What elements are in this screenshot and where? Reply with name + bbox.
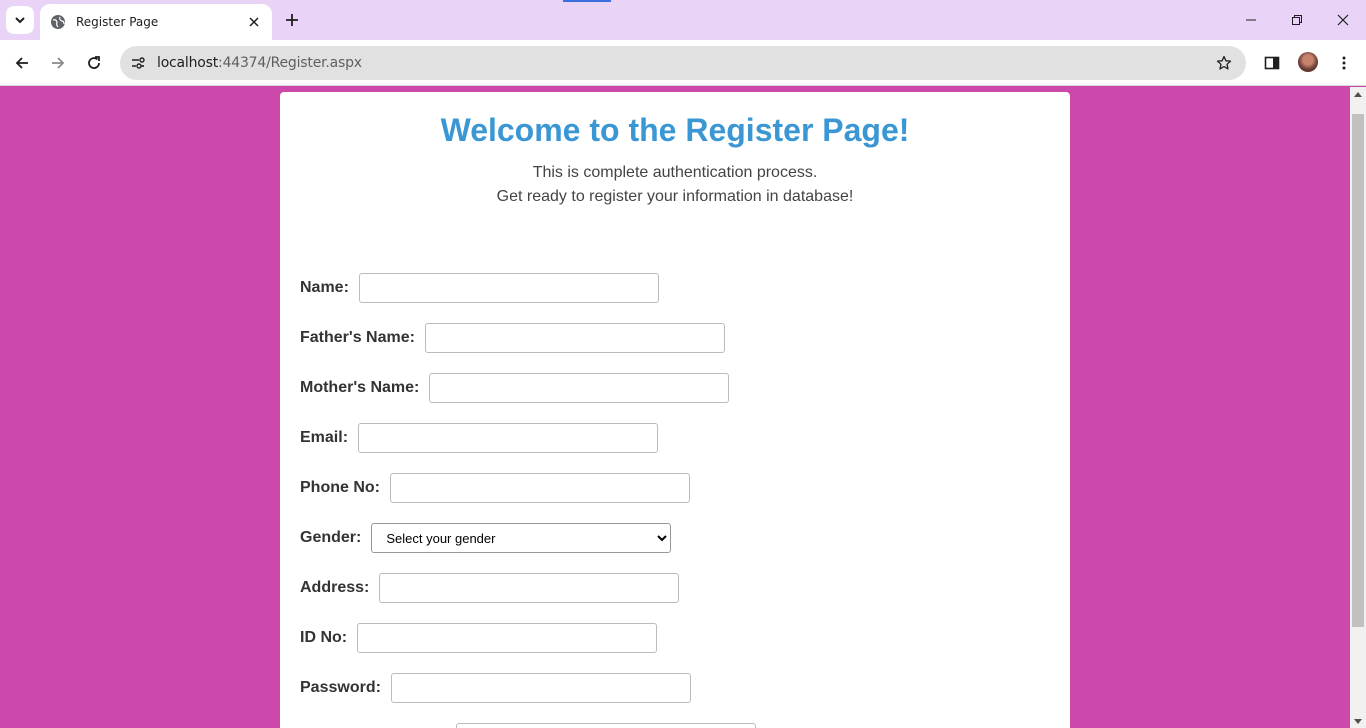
father-name-label: Father's Name: <box>300 329 415 346</box>
scroll-down-arrow-icon[interactable] <box>1354 719 1362 724</box>
register-card: Welcome to the Register Page! This is co… <box>280 92 1070 728</box>
father-name-row: Father's Name: <box>300 323 725 353</box>
side-panel-icon <box>1264 56 1280 70</box>
arrow-right-icon <box>52 57 65 69</box>
tab-search-button[interactable] <box>6 6 34 34</box>
side-panel-button[interactable] <box>1258 49 1286 77</box>
tab-strip: Register Page <box>0 0 1366 40</box>
phone-input[interactable] <box>390 473 690 503</box>
address-input[interactable] <box>379 573 680 603</box>
gender-label: Gender: <box>300 529 362 546</box>
back-button[interactable] <box>8 49 36 77</box>
mother-name-label: Mother's Name: <box>300 379 420 396</box>
kebab-menu-icon <box>1342 56 1346 70</box>
email-input[interactable] <box>358 423 659 453</box>
mother-name-row: Mother's Name: <box>300 373 730 403</box>
arrow-left-icon <box>15 57 28 69</box>
email-label: Email: <box>300 429 349 446</box>
forward-button[interactable] <box>44 49 72 77</box>
page-title: Welcome to the Register Page! <box>440 112 910 148</box>
close-tab-icon[interactable] <box>246 14 262 30</box>
address-label: Address: <box>300 579 370 596</box>
password-label: Password: <box>300 679 381 696</box>
menu-button[interactable] <box>1330 49 1358 77</box>
password-input[interactable] <box>390 673 691 703</box>
name-label: Name: <box>300 279 349 296</box>
page-scrollbar[interactable] <box>1350 87 1366 728</box>
address-row: Address: <box>300 573 680 603</box>
reload-icon <box>88 56 100 69</box>
subtitle-line-2: Get ready to register your information i… <box>496 188 854 205</box>
profile-avatar[interactable] <box>1298 52 1318 72</box>
phone-row: Phone No: <box>300 473 690 503</box>
minimize-icon <box>1246 19 1256 21</box>
id-input[interactable] <box>357 623 658 653</box>
id-label: ID No: <box>300 629 348 646</box>
url-text: localhost:44374/Register.aspx <box>157 55 362 71</box>
restore-icon <box>1292 15 1302 25</box>
minimize-button[interactable] <box>1239 8 1263 32</box>
browser-toolbar: localhost:44374/Register.aspx <box>0 40 1366 86</box>
address-bar[interactable]: localhost:44374/Register.aspx <box>120 46 1246 80</box>
url-host: localhost <box>157 55 219 71</box>
bookmark-star-icon[interactable] <box>1214 53 1234 73</box>
globe-icon <box>51 15 65 29</box>
scroll-up-arrow-icon[interactable] <box>1354 92 1362 97</box>
name-row: Name: <box>300 273 659 303</box>
father-name-input[interactable] <box>424 323 725 353</box>
subtitle-line-1: This is complete authentication process. <box>532 164 818 181</box>
close-icon <box>1337 14 1349 26</box>
next-field-row <box>456 723 756 728</box>
id-row: ID No: <box>300 623 658 653</box>
tab-title: Register Page <box>76 15 159 29</box>
email-row: Email: <box>300 423 659 453</box>
gender-select[interactable]: Select your gender <box>371 523 672 553</box>
chevron-down-icon <box>15 17 25 24</box>
plus-icon <box>286 14 298 26</box>
name-input[interactable] <box>358 273 659 303</box>
reload-button[interactable] <box>80 49 108 77</box>
new-tab-button[interactable] <box>280 8 304 32</box>
gender-row: Gender: Select your gender <box>300 523 672 553</box>
restore-button[interactable] <box>1285 8 1309 32</box>
site-info-icon[interactable] <box>128 53 148 73</box>
phone-label: Phone No: <box>300 479 380 496</box>
tab-register-page[interactable]: Register Page <box>40 4 272 40</box>
mother-name-input[interactable] <box>429 373 730 403</box>
close-window-button[interactable] <box>1331 8 1355 32</box>
next-field-input[interactable] <box>456 723 756 728</box>
scrollbar-thumb[interactable] <box>1352 114 1364 627</box>
url-path: :44374/Register.aspx <box>218 55 362 71</box>
password-row: Password: <box>300 673 691 703</box>
tab-strip-indicator <box>563 0 611 2</box>
